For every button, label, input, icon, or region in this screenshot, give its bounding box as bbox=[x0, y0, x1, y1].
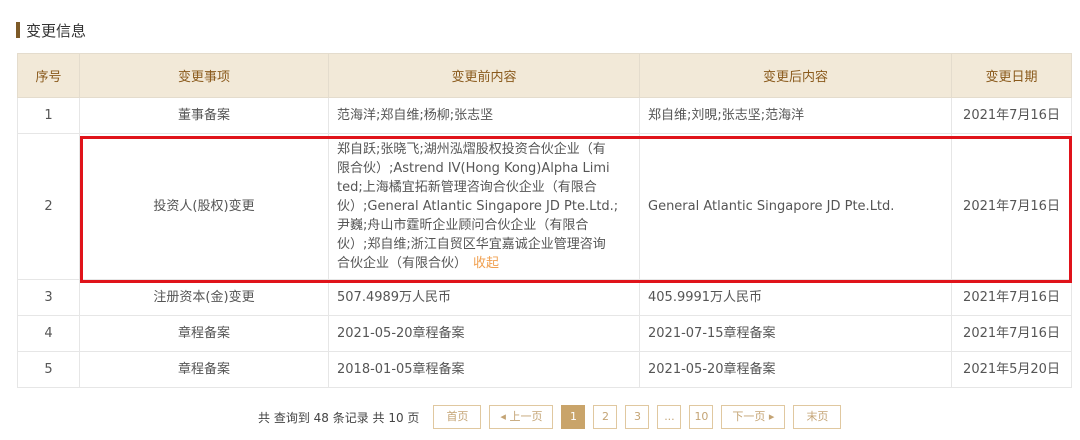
page-button-1[interactable]: 1 bbox=[561, 405, 586, 429]
row-after-content: 2021-07-15章程备案 bbox=[639, 315, 952, 352]
before-line-last: 合伙企业（有限合伙） 收起 bbox=[337, 254, 629, 273]
row-change-item: 董事备案 bbox=[79, 97, 329, 134]
table-row: 2 投资人(股权)变更 郑自跃;张晓飞;湖州泓熠股权投资合伙企业（有 限合伙）;… bbox=[17, 133, 1072, 280]
next-page-button[interactable]: 下一页 ▸ bbox=[721, 405, 786, 429]
row-change-date: 2021年7月16日 bbox=[951, 133, 1072, 280]
row-index: 3 bbox=[17, 279, 80, 316]
last-page-button[interactable]: 末页 bbox=[793, 405, 842, 429]
row-index: 1 bbox=[17, 97, 80, 134]
row-after-content: 郑自维;刘晛;张志坚;范海洋 bbox=[639, 97, 952, 134]
header-change-date: 变更日期 bbox=[951, 53, 1072, 98]
row-index: 5 bbox=[17, 351, 80, 388]
before-line: 尹巍;舟山市霆昕企业顾问合伙企业（有限合 bbox=[337, 218, 589, 233]
before-line-text: 合伙企业（有限合伙） bbox=[337, 256, 468, 271]
row-change-date: 2021年7月16日 bbox=[951, 97, 1072, 134]
before-line: 伙）;郑自维;浙江自贸区华宜嘉诚企业管理咨询 bbox=[337, 237, 606, 252]
header-after-content: 变更后内容 bbox=[639, 53, 952, 98]
table-header-row: 序号 变更事项 变更前内容 变更后内容 变更日期 bbox=[17, 53, 1072, 98]
before-line: 郑自跃;张晓飞;湖州泓熠股权投资合伙企业（有 bbox=[337, 142, 606, 157]
table-row: 3 注册资本(金)变更 507.4989万人民币 405.9991万人民币 20… bbox=[17, 279, 1072, 316]
header-index: 序号 bbox=[17, 53, 80, 98]
page-ellipsis: ... bbox=[657, 405, 682, 429]
row-before-content: 507.4989万人民币 bbox=[328, 279, 640, 316]
row-change-item: 章程备案 bbox=[79, 315, 329, 352]
row-change-item: 投资人(股权)变更 bbox=[79, 133, 329, 280]
change-records-table: 序号 变更事项 变更前内容 变更后内容 变更日期 1 董事备案 范海洋;郑自维;… bbox=[17, 53, 1072, 388]
row-before-content: 2021-05-20章程备案 bbox=[328, 315, 640, 352]
page-button-2[interactable]: 2 bbox=[593, 405, 618, 429]
before-line: 限合伙）;Astrend IV(Hong Kong)Alpha Limi bbox=[337, 161, 610, 176]
row-change-date: 2021年5月20日 bbox=[951, 351, 1072, 388]
row-change-item: 注册资本(金)变更 bbox=[79, 279, 329, 316]
row-before-content: 2018-01-05章程备案 bbox=[328, 351, 640, 388]
title-marker bbox=[16, 22, 20, 38]
pagination: 共 查询到 48 条记录 共 10 页 首页 ◂ 上一页 1 2 3 ... 1… bbox=[258, 405, 849, 429]
section-title: 变更信息 bbox=[16, 20, 86, 40]
table-row: 4 章程备案 2021-05-20章程备案 2021-07-15章程备案 202… bbox=[17, 315, 1072, 352]
prev-page-button[interactable]: ◂ 上一页 bbox=[489, 405, 554, 429]
row-index: 4 bbox=[17, 315, 80, 352]
row-change-item: 章程备案 bbox=[79, 351, 329, 388]
row-change-date: 2021年7月16日 bbox=[951, 279, 1072, 316]
row-after-content: General Atlantic Singapore JD Pte.Ltd. bbox=[639, 133, 952, 280]
table-row: 5 章程备案 2018-01-05章程备案 2021-05-20章程备案 202… bbox=[17, 351, 1072, 388]
first-page-button[interactable]: 首页 bbox=[433, 405, 482, 429]
row-before-content: 郑自跃;张晓飞;湖州泓熠股权投资合伙企业（有 限合伙）;Astrend IV(H… bbox=[328, 133, 640, 280]
header-change-item: 变更事项 bbox=[79, 53, 329, 98]
section-title-text: 变更信息 bbox=[26, 21, 87, 40]
before-line: ted;上海橘宜拓新管理咨询合伙企业（有限合 bbox=[337, 180, 597, 195]
table-row: 1 董事备案 范海洋;郑自维;杨柳;张志坚 郑自维;刘晛;张志坚;范海洋 202… bbox=[17, 97, 1072, 134]
collapse-link[interactable]: 收起 bbox=[473, 256, 499, 271]
row-before-content: 范海洋;郑自维;杨柳;张志坚 bbox=[328, 97, 640, 134]
pagination-summary: 共 查询到 48 条记录 共 10 页 bbox=[258, 410, 420, 425]
row-index: 2 bbox=[17, 133, 80, 280]
page-button-10[interactable]: 10 bbox=[689, 405, 714, 429]
row-after-content: 2021-05-20章程备案 bbox=[639, 351, 952, 388]
row-change-date: 2021年7月16日 bbox=[951, 315, 1072, 352]
before-line: 伙）;General Atlantic Singapore JD Pte.Ltd… bbox=[337, 199, 619, 214]
page-button-3[interactable]: 3 bbox=[625, 405, 650, 429]
header-before-content: 变更前内容 bbox=[328, 53, 640, 98]
row-after-content: 405.9991万人民币 bbox=[639, 279, 952, 316]
